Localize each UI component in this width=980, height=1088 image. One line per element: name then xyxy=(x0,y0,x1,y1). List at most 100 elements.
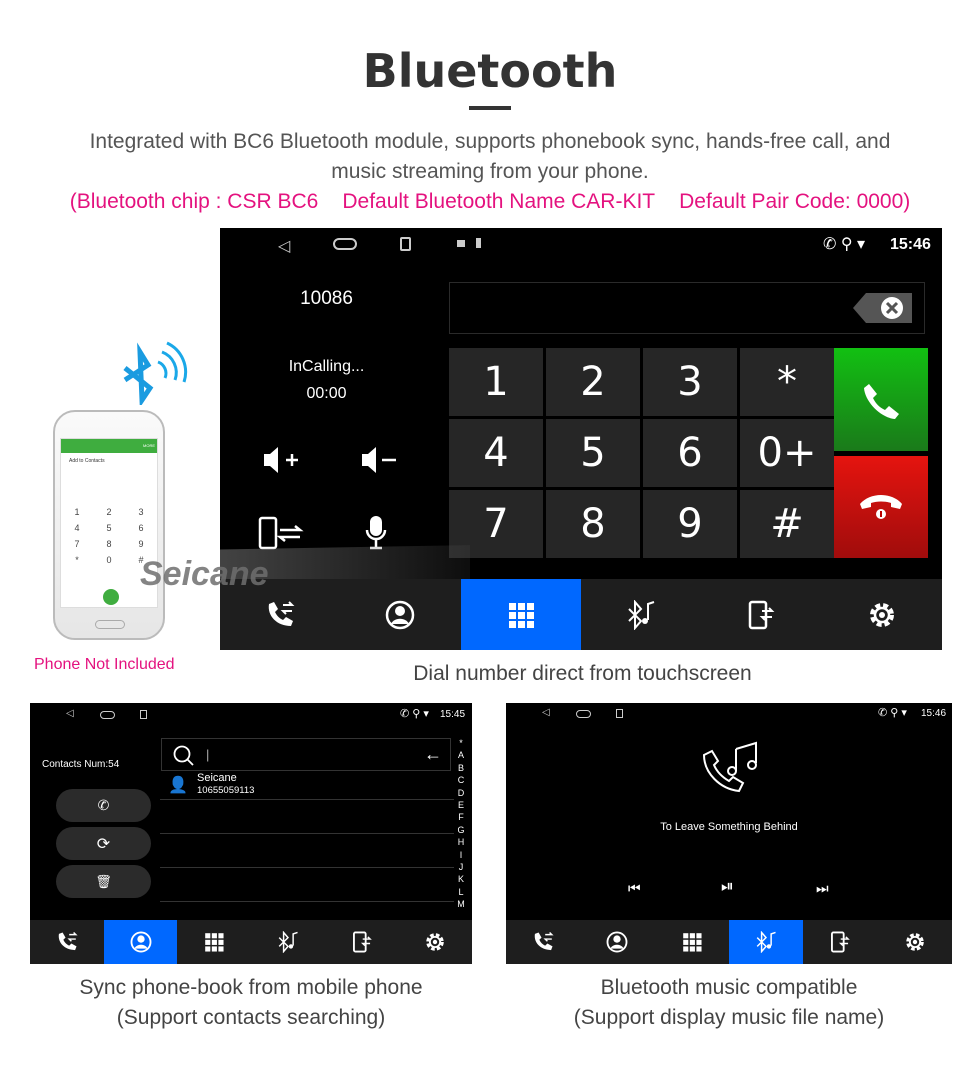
transfer-to-phone-icon[interactable] xyxy=(258,516,306,550)
alphabet-letter[interactable]: L xyxy=(454,886,468,898)
tab-bt-music[interactable] xyxy=(251,920,325,964)
dialer-screen: ◁ ✆ ⚲ ▾ 15:46 10086 InCalling... 00:00 1… xyxy=(220,228,942,650)
bottom-nav xyxy=(30,920,472,964)
dial-key[interactable]: * xyxy=(740,348,834,416)
alphabet-letter[interactable]: H xyxy=(454,836,468,848)
tab-phone-transfer[interactable] xyxy=(325,920,399,964)
alphabet-letter[interactable]: J xyxy=(454,861,468,873)
phone-key: 2 xyxy=(106,507,112,517)
home-icon[interactable] xyxy=(333,238,357,250)
status-icons: ✆ ⚲ ▾ xyxy=(400,708,429,720)
tab-contacts[interactable] xyxy=(580,920,654,964)
recents-icon[interactable] xyxy=(140,710,147,719)
dial-key[interactable]: 2 xyxy=(546,348,640,416)
music-caption-2: (Support display music file name) xyxy=(573,1006,885,1029)
alphabet-letter[interactable]: * xyxy=(454,737,468,749)
music-screen: ◁ ✆ ⚲ ▾ 15:46 To Leave Something Behind … xyxy=(506,703,952,964)
recents-icon[interactable] xyxy=(400,237,411,251)
alphabet-letter[interactable]: G xyxy=(454,824,468,836)
dial-key[interactable]: 9 xyxy=(643,490,737,558)
alphabet-letter[interactable]: F xyxy=(454,811,468,823)
sync-contacts-button[interactable]: ⟳ xyxy=(56,827,151,860)
play-pause-button[interactable]: ⏯ xyxy=(721,878,734,896)
tab-contacts[interactable] xyxy=(103,920,178,964)
tab-dialpad[interactable] xyxy=(460,579,581,650)
delete-contacts-button[interactable]: 🗑 xyxy=(56,865,151,898)
contact-search-input[interactable]: | ← xyxy=(161,738,451,771)
alphabet-letter[interactable]: M xyxy=(454,898,468,910)
alphabet-letter[interactable]: B xyxy=(454,762,468,774)
tab-settings[interactable] xyxy=(822,579,942,650)
contact-row[interactable]: 👤 Seicane 10655059113 xyxy=(160,771,454,800)
dial-key[interactable]: # xyxy=(740,490,834,558)
backspace-icon[interactable] xyxy=(852,292,914,324)
tab-settings[interactable] xyxy=(398,920,472,964)
contact-row-empty xyxy=(160,834,454,868)
spec-chip: (Bluetooth chip : CSR BC6 xyxy=(69,190,319,213)
usb-icon xyxy=(476,238,481,248)
trash-icon: 🗑 xyxy=(95,873,112,889)
alphabet-letter[interactable]: A xyxy=(454,749,468,761)
call-icon: ✆ xyxy=(97,797,110,813)
phone-key: * xyxy=(75,555,79,565)
back-icon[interactable]: ◁ xyxy=(542,707,550,718)
call-contact-button[interactable]: ✆ xyxy=(56,789,151,822)
tab-phone-transfer[interactable] xyxy=(701,579,821,650)
alphabet-letter[interactable]: C xyxy=(454,774,468,786)
dial-key[interactable]: 0+ xyxy=(740,419,834,487)
clock: 15:45 xyxy=(440,709,466,720)
contacts-screen: ◁ ✆ ⚲ ▾ 15:45 Contacts Num:54 ✆ ⟳ 🗑 | ← … xyxy=(30,703,472,964)
phone-illustration: MORE Add to Contacts 1 2 3 4 5 6 7 8 9 * 0 # xyxy=(53,410,165,640)
tab-bt-music[interactable] xyxy=(581,579,701,650)
dial-key[interactable]: 4 xyxy=(449,419,543,487)
tab-contacts[interactable] xyxy=(340,579,460,650)
status-icons: ✆ ⚲ ▾ xyxy=(823,236,866,253)
contacts-caption-2: (Support contacts searching) xyxy=(116,1006,386,1029)
recents-icon[interactable] xyxy=(616,709,623,718)
volume-up-icon[interactable] xyxy=(262,446,302,474)
tab-bt-music[interactable] xyxy=(728,920,804,964)
home-icon[interactable] xyxy=(576,710,591,718)
hangup-button[interactable] xyxy=(834,456,928,558)
dial-key[interactable]: 6 xyxy=(643,419,737,487)
alphabet-letter[interactable]: D xyxy=(454,787,468,799)
track-title: To Leave Something Behind xyxy=(660,821,798,833)
back-icon[interactable]: ◁ xyxy=(278,236,290,256)
back-arrow-icon[interactable]: ← xyxy=(424,744,442,765)
spec-code: Default Pair Code: 0000) xyxy=(679,190,911,213)
dial-key[interactable]: 8 xyxy=(546,490,640,558)
page-title: Bluetooth xyxy=(362,44,618,98)
alphabet-letter[interactable]: E xyxy=(454,799,468,811)
contact-name: Seicane xyxy=(197,772,237,784)
tab-call-log[interactable] xyxy=(30,920,104,964)
alphabet-letter[interactable]: I xyxy=(454,849,468,861)
dial-key[interactable]: 3 xyxy=(643,348,737,416)
phone-music-icon xyxy=(702,741,757,793)
tab-dialpad[interactable] xyxy=(655,920,729,964)
dial-key[interactable]: 1 xyxy=(449,348,543,416)
contact-number: 10655059113 xyxy=(197,785,255,796)
dial-key[interactable]: 5 xyxy=(546,419,640,487)
alphabet-letter[interactable]: K xyxy=(454,873,468,885)
tab-phone-transfer[interactable] xyxy=(803,920,877,964)
next-track-button[interactable]: ⏭ xyxy=(816,880,829,897)
previous-track-button[interactable]: ⏮ xyxy=(628,880,641,897)
back-icon[interactable]: ◁ xyxy=(66,708,74,719)
microphone-icon[interactable] xyxy=(364,514,388,550)
alphabet-index[interactable]: * A B C D E F G H I J K L M xyxy=(454,737,468,911)
call-button[interactable] xyxy=(834,348,928,451)
phone-key: 5 xyxy=(106,523,112,533)
call-number: 10086 xyxy=(300,288,353,309)
tab-call-log[interactable] xyxy=(506,920,580,964)
dialer-caption: Dial number direct from touchscreen xyxy=(413,662,752,685)
clock: 15:46 xyxy=(890,236,931,253)
home-icon[interactable] xyxy=(100,711,115,719)
tab-settings[interactable] xyxy=(878,920,952,964)
settings-icon xyxy=(905,933,924,951)
watermark: Seicane xyxy=(140,555,269,593)
tab-dialpad[interactable] xyxy=(177,920,251,964)
call-icon xyxy=(864,383,899,419)
call-log-icon xyxy=(268,600,295,626)
phone-key: 6 xyxy=(138,523,144,533)
volume-down-icon[interactable] xyxy=(360,446,400,474)
